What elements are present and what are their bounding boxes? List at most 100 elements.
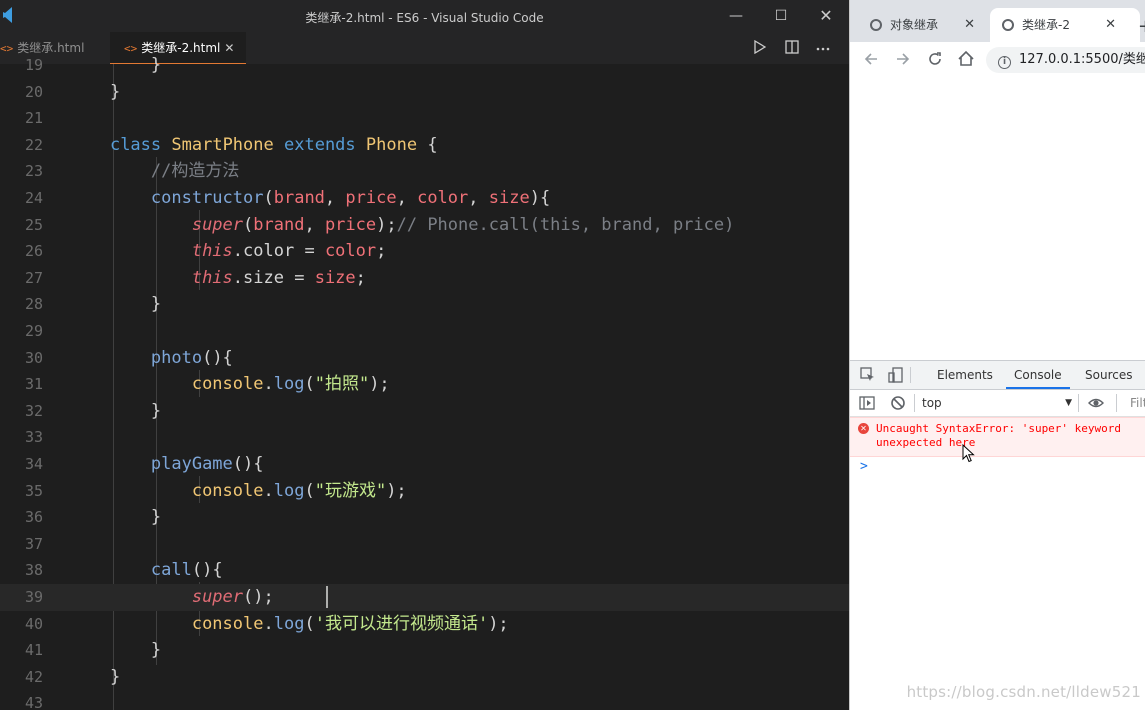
line-number: 21 bbox=[24, 109, 43, 128]
home-icon[interactable] bbox=[955, 48, 977, 72]
globe-icon bbox=[870, 19, 882, 31]
line-number: 33 bbox=[24, 428, 43, 447]
browser-tab-class-inheritance-2[interactable]: 类继承-2 ✕ bbox=[990, 8, 1140, 42]
globe-icon bbox=[1002, 19, 1014, 31]
browser-toolbar: i 127.0.0.1:5500/类继 bbox=[850, 42, 1145, 79]
code-line[interactable]: 42 } bbox=[0, 664, 849, 691]
browser-tab-label: 类继承-2 bbox=[1022, 18, 1070, 32]
minimize-button[interactable]: — bbox=[713, 0, 759, 32]
code-line[interactable]: 28 } bbox=[0, 291, 849, 318]
error-text-line1: Uncaught SyntaxError: 'super' keyword bbox=[876, 422, 1122, 435]
browser-window: 对象继承 ✕ 类继承-2 ✕ + i 127.0.0.1:5500/类继 bbox=[849, 0, 1145, 710]
code-text: console.log("拍照"); bbox=[191, 374, 390, 395]
console-prompt[interactable]: > bbox=[860, 459, 868, 474]
context-value: top bbox=[922, 396, 942, 410]
code-editor[interactable]: 19 } 20 } 21 22 class SmartPhone extends Ph… bbox=[0, 55, 849, 710]
separator bbox=[910, 367, 911, 383]
mouse-pointer-icon bbox=[962, 444, 975, 463]
code-line[interactable]: 39 super(); bbox=[0, 584, 849, 611]
line-number: 31 bbox=[24, 375, 43, 394]
code-text: class SmartPhone extends Phone { bbox=[109, 134, 438, 155]
code-line[interactable]: 19 } bbox=[0, 52, 849, 79]
line-number: 26 bbox=[24, 242, 43, 261]
line-number: 39 bbox=[24, 588, 43, 606]
code-line[interactable]: 43 bbox=[0, 690, 849, 710]
line-number: 42 bbox=[24, 667, 43, 686]
tab-elements[interactable]: Elements bbox=[937, 361, 993, 389]
reload-icon[interactable] bbox=[924, 48, 946, 72]
line-number: 30 bbox=[24, 348, 43, 367]
code-line[interactable]: 32 } bbox=[0, 398, 849, 425]
code-line[interactable]: 25 super(brand, price);// Phone.call(thi… bbox=[0, 212, 849, 239]
separator bbox=[914, 394, 915, 412]
line-number: 43 bbox=[24, 694, 43, 710]
code-line[interactable]: 23 //构造方法 bbox=[0, 158, 849, 185]
code-line[interactable]: 38 call(){ bbox=[0, 557, 849, 584]
code-line[interactable]: 31 console.log("拍照"); bbox=[0, 371, 849, 398]
line-number: 19 bbox=[24, 56, 43, 74]
console-toolbar: top ▼ Filt bbox=[850, 390, 1145, 417]
line-number: 37 bbox=[24, 534, 43, 553]
line-number: 34 bbox=[24, 455, 43, 473]
code-line[interactable]: 35 console.log("玩游戏"); bbox=[0, 478, 849, 505]
devtools-tab-bar: Elements Console Sources bbox=[850, 361, 1145, 390]
code-line[interactable]: 36 } bbox=[0, 504, 849, 531]
line-number: 35 bbox=[24, 481, 43, 500]
code-line[interactable]: 20 } bbox=[0, 79, 849, 106]
show-sidebar-icon[interactable] bbox=[859, 395, 875, 411]
close-tab-icon[interactable]: ✕ bbox=[964, 8, 975, 42]
line-number: 29 bbox=[24, 322, 43, 340]
code-line[interactable]: 21 bbox=[0, 105, 849, 132]
eye-icon[interactable] bbox=[1088, 395, 1104, 411]
code-text: } bbox=[69, 640, 162, 661]
line-number: 28 bbox=[24, 295, 43, 314]
code-line[interactable]: 37 bbox=[0, 531, 849, 558]
new-tab-button[interactable]: + bbox=[1138, 16, 1145, 37]
code-line[interactable]: 24 constructor(brand, price, color, size… bbox=[0, 185, 849, 212]
page-content bbox=[850, 78, 1145, 360]
code-text: } bbox=[69, 507, 162, 528]
line-number: 22 bbox=[24, 135, 43, 154]
code-line[interactable]: 40 console.log('我可以进行视频通话'); bbox=[0, 611, 849, 638]
clear-console-icon[interactable] bbox=[890, 395, 906, 411]
text-cursor bbox=[326, 586, 328, 608]
code-line[interactable]: 27 this.size = size; bbox=[0, 265, 849, 292]
context-select[interactable]: top ▼ bbox=[922, 394, 1074, 412]
back-icon[interactable] bbox=[860, 48, 882, 72]
title-bar: 类继承-2.html - ES6 - Visual Studio Code — … bbox=[0, 0, 849, 32]
device-toolbar-icon[interactable] bbox=[888, 367, 904, 383]
line-number: 24 bbox=[24, 189, 43, 207]
inspect-element-icon[interactable] bbox=[860, 367, 876, 383]
site-info-icon[interactable]: i bbox=[998, 56, 1011, 69]
error-text-line2: unexpected here bbox=[876, 436, 976, 449]
code-line[interactable]: 33 bbox=[0, 424, 849, 451]
devtools-panel: Elements Console Sources top ▼ Fil ✕ Unc… bbox=[850, 360, 1145, 710]
watermark: https://blog.csdn.net/lldew521 bbox=[906, 683, 1141, 701]
code-line[interactable]: 41 } bbox=[0, 637, 849, 664]
line-number: 20 bbox=[24, 82, 43, 101]
code-text: console.log('我可以进行视频通话'); bbox=[191, 613, 509, 634]
code-text: } bbox=[69, 294, 162, 315]
code-line[interactable]: 29 bbox=[0, 318, 849, 345]
console-filter-input[interactable]: Filt bbox=[1130, 394, 1145, 412]
line-number: 36 bbox=[24, 508, 43, 527]
code-text: constructor(brand, price, color, size){ bbox=[150, 188, 551, 208]
code-line[interactable]: 30 photo(){ bbox=[0, 345, 849, 372]
address-bar[interactable]: i 127.0.0.1:5500/类继 bbox=[986, 47, 1145, 73]
dropdown-arrow-icon: ▼ bbox=[1065, 398, 1072, 408]
maximize-button[interactable]: ☐ bbox=[758, 0, 804, 32]
code-text: } bbox=[69, 81, 121, 102]
code-line[interactable]: 26 this.color = color; bbox=[0, 238, 849, 265]
tab-sources[interactable]: Sources bbox=[1085, 361, 1132, 389]
tab-console[interactable]: Console bbox=[1006, 361, 1070, 389]
code-line[interactable]: 34 playGame(){ bbox=[0, 451, 849, 478]
line-number: 41 bbox=[24, 641, 43, 660]
close-tab-icon[interactable]: ✕ bbox=[1105, 8, 1116, 42]
line-number: 27 bbox=[24, 268, 43, 287]
code-line[interactable]: 22 class SmartPhone extends Phone { bbox=[0, 132, 849, 159]
vscode-window: 类继承-2.html - ES6 - Visual Studio Code — … bbox=[0, 0, 849, 710]
browser-tab-object-inheritance[interactable]: 对象继承 ✕ bbox=[850, 8, 985, 42]
code-text: } bbox=[69, 55, 162, 75]
forward-icon[interactable] bbox=[892, 48, 914, 72]
close-window-button[interactable]: ✕ bbox=[803, 0, 849, 32]
